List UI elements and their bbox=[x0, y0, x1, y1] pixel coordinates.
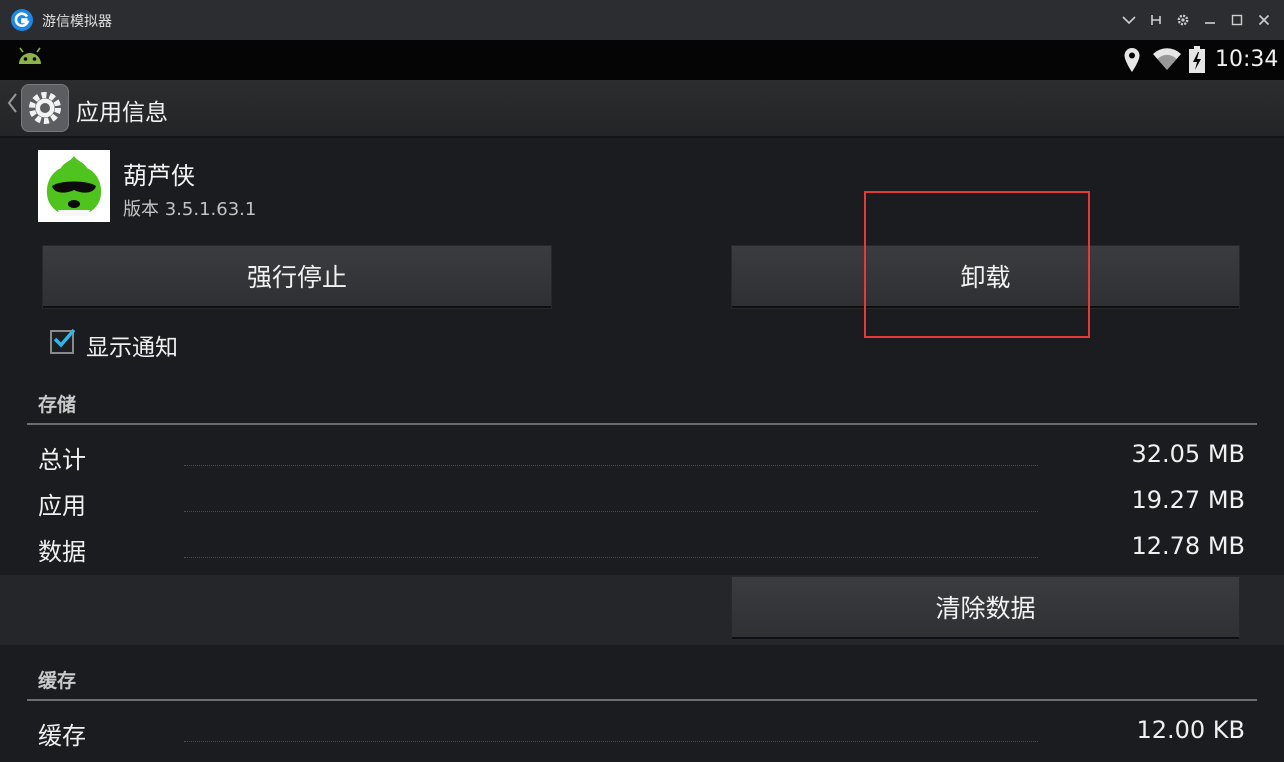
close-icon[interactable] bbox=[1254, 9, 1274, 31]
app-info-content bbox=[0, 138, 1284, 762]
battery-charging-icon bbox=[1188, 46, 1206, 78]
uninstall-button[interactable]: 卸载 bbox=[732, 246, 1239, 308]
app-version: 版本 3.5.1.63.1 bbox=[123, 199, 257, 220]
storage-total-label: 总计 bbox=[38, 446, 86, 474]
wifi-icon bbox=[1152, 47, 1182, 75]
show-notification-checkbox[interactable] bbox=[50, 328, 76, 354]
storage-data-label: 数据 bbox=[38, 538, 86, 566]
android-debug-icon bbox=[16, 46, 44, 72]
cache-section-header: 缓存 bbox=[38, 670, 77, 692]
maximize-icon[interactable] bbox=[1227, 9, 1247, 31]
status-time: 10:34 bbox=[1215, 47, 1279, 72]
row-divider bbox=[184, 511, 1038, 512]
minimize-icon[interactable] bbox=[1200, 9, 1220, 31]
cache-value: 12.00 KB bbox=[1136, 716, 1245, 744]
show-notification-label[interactable]: 显示通知 bbox=[86, 328, 178, 362]
section-divider bbox=[27, 699, 1257, 701]
force-stop-button[interactable]: 强行停止 bbox=[43, 246, 551, 308]
clear-data-button[interactable]: 清除数据 bbox=[732, 577, 1239, 639]
storage-app-value: 19.27 MB bbox=[1131, 486, 1245, 514]
gear-icon[interactable] bbox=[1173, 9, 1193, 31]
android-statusbar bbox=[0, 40, 1284, 80]
huluxia-app-icon bbox=[38, 150, 110, 222]
action-bar bbox=[0, 80, 1284, 138]
row-divider bbox=[184, 557, 1038, 558]
settings-app-icon[interactable] bbox=[21, 84, 69, 132]
pin-icon[interactable] bbox=[1146, 9, 1166, 31]
chevron-down-icon[interactable] bbox=[1119, 9, 1139, 31]
storage-total-value: 32.05 MB bbox=[1131, 440, 1245, 468]
page-title: 应用信息 bbox=[76, 100, 168, 126]
window-titlebar bbox=[0, 0, 1284, 40]
storage-app-label: 应用 bbox=[38, 492, 86, 520]
app-name: 葫芦侠 bbox=[123, 162, 195, 190]
storage-data-value: 12.78 MB bbox=[1131, 532, 1245, 560]
section-divider bbox=[27, 423, 1257, 425]
app-logo-icon bbox=[10, 8, 34, 32]
location-icon bbox=[1123, 47, 1141, 77]
back-chevron-icon[interactable] bbox=[6, 92, 18, 120]
row-divider bbox=[184, 465, 1038, 466]
storage-section-header: 存储 bbox=[38, 394, 77, 416]
cache-label: 缓存 bbox=[38, 722, 86, 750]
row-divider bbox=[184, 741, 1038, 742]
window-title: 游信模拟器 bbox=[42, 14, 112, 30]
